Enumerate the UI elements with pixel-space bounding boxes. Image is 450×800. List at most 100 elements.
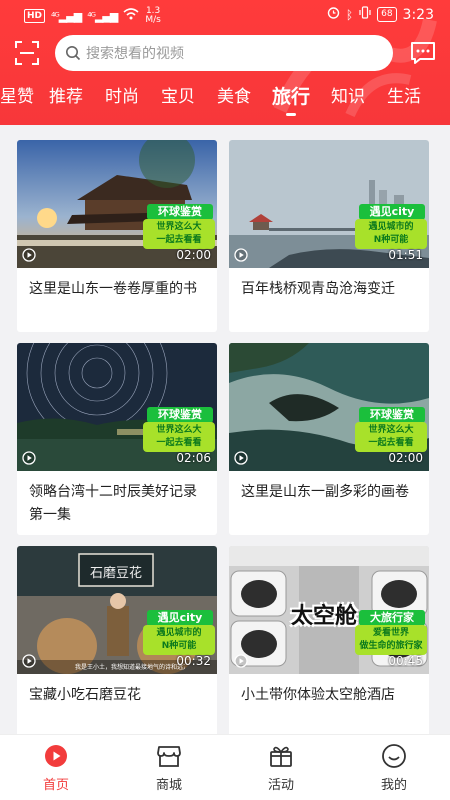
bluetooth-icon: ᛒ [345, 7, 354, 22]
nav-profile-label: 我的 [380, 778, 407, 793]
tab-label: 推荐 [49, 87, 83, 107]
network-speed: 1.3 M/s [145, 6, 161, 25]
smile-icon [382, 744, 406, 768]
badge-slogan: 世界这么大 一起去看看 [355, 422, 427, 452]
badge-slogan: 爱看世界 做生命的旅行家 [355, 625, 427, 655]
badge-title: 环球鉴赏 [147, 407, 213, 423]
signal-icon-2: ⁴ᴳ▂▄▆ [87, 9, 118, 23]
channel-badge: 环球鉴赏 世界这么大 一起去看看 [139, 204, 217, 250]
search-icon [66, 46, 81, 61]
video-card[interactable]: 太空舱 大旅行家 爱看世界 做生命的旅行家 00:45 小土带你体验太空舱酒店 [229, 546, 429, 738]
play-icon [22, 248, 36, 262]
tab-1[interactable]: 推荐 [38, 84, 94, 118]
tab-label: 美食 [217, 87, 251, 107]
search-placeholder: 搜索想看的视频 [86, 46, 184, 62]
bottom-navigation: 首页 商城 活动 我的 [0, 734, 450, 800]
status-bar: HD ⁴ᴳ▂▄▆ ⁴ᴳ▂▄▆ 1.3 M/s ᛒ 68 3:23 [0, 0, 450, 32]
tab-label: 时尚 [105, 87, 139, 107]
category-tabs: 星赞 推荐 时尚 宝贝 美食 旅行 知识 生活 [0, 84, 432, 118]
gift-icon [270, 746, 292, 767]
video-card[interactable]: 遇见city 遇见城市的 N种可能 01:51 百年栈桥观青岛沧海变迁 [229, 140, 429, 332]
search-bar[interactable]: 搜索想看的视频 [55, 35, 393, 71]
message-button[interactable] [409, 40, 437, 66]
top-header: HD ⁴ᴳ▂▄▆ ⁴ᴳ▂▄▆ 1.3 M/s ᛒ 68 3:23 搜索想看的视频… [0, 0, 450, 125]
play-icon [234, 248, 248, 262]
video-duration: 02:06 [176, 451, 211, 465]
badge-slogan: 遇见城市的 N种可能 [355, 219, 427, 249]
video-duration: 01:51 [388, 248, 423, 262]
badge-title: 大旅行家 [359, 610, 425, 626]
channel-badge: 遇见city 遇见城市的 N种可能 [351, 204, 429, 250]
badge-title: 环球鉴赏 [359, 407, 425, 423]
tab-2[interactable]: 时尚 [94, 84, 150, 118]
channel-badge: 环球鉴赏 世界这么大 一起去看看 [139, 407, 217, 453]
video-thumbnail: 遇见city 遇见城市的 N种可能 01:51 [229, 140, 429, 268]
play-icon [22, 451, 36, 465]
scan-button[interactable] [14, 40, 40, 66]
signal-icon: ⁴ᴳ▂▄▆ [51, 9, 82, 23]
tab-7[interactable]: 生活 [376, 84, 432, 118]
play-icon [22, 654, 36, 668]
video-title: 百年栈桥观青岛沧海变迁 [241, 281, 395, 297]
play-icon [234, 654, 248, 668]
video-caption: 我是王小土，我想知道最接地气的诗和远方 [75, 664, 185, 671]
video-title: 这里是山东一卷卷厚重的书 [29, 281, 197, 297]
video-duration: 02:00 [176, 248, 211, 262]
video-title: 领略台湾十二时辰美好记录第一集 [29, 484, 197, 523]
video-duration: 00:32 [176, 654, 211, 668]
tab-6[interactable]: 知识 [320, 84, 376, 118]
nav-shop-label: 商城 [155, 778, 182, 793]
video-title: 这里是山东一副多彩的画卷 [241, 484, 409, 500]
tab-label: 宝贝 [161, 87, 195, 107]
tab-5[interactable]: 旅行 [262, 84, 320, 118]
channel-badge: 环球鉴赏 世界这么大 一起去看看 [351, 407, 429, 453]
tab-label: 星赞 [0, 87, 34, 107]
tab-4[interactable]: 美食 [206, 84, 262, 118]
video-thumbnail: 环球鉴赏 世界这么大 一起去看看 02:00 [17, 140, 217, 268]
nav-activity[interactable]: 活动 [236, 735, 326, 800]
nav-shop[interactable]: 商城 [124, 735, 214, 800]
badge-title: 环球鉴赏 [147, 204, 213, 220]
video-card[interactable]: 石磨豆花我是王小土，我想知道最接地气的诗和远方 遇见city 遇见城市的 N种可能… [17, 546, 217, 738]
video-thumbnail: 太空舱 大旅行家 爱看世界 做生命的旅行家 00:45 [229, 546, 429, 674]
badge-title: 遇见city [359, 204, 425, 220]
home-play-icon [45, 745, 67, 767]
video-thumbnail: 环球鉴赏 世界这么大 一起去看看 02:06 [17, 343, 217, 471]
tab-label: 知识 [331, 87, 365, 107]
nav-profile[interactable]: 我的 [349, 735, 439, 800]
video-card[interactable]: 环球鉴赏 世界这么大 一起去看看 02:00 这里是山东一卷卷厚重的书 [17, 140, 217, 332]
nav-home[interactable]: 首页 [11, 735, 101, 800]
battery-icon: 68 [377, 7, 397, 22]
message-icon [411, 42, 435, 64]
channel-badge: 大旅行家 爱看世界 做生命的旅行家 [351, 610, 429, 656]
overlay-title: 太空舱 [291, 604, 358, 629]
channel-badge: 遇见city 遇见城市的 N种可能 [139, 610, 217, 656]
vibrate-icon [359, 6, 371, 23]
nav-home-label: 首页 [42, 778, 69, 793]
alarm-icon [327, 6, 340, 23]
video-thumbnail: 环球鉴赏 世界这么大 一起去看看 02:00 [229, 343, 429, 471]
hd-indicator: HD [24, 9, 46, 23]
video-duration: 02:00 [388, 451, 423, 465]
video-title: 宝藏小吃石磨豆花 [29, 687, 141, 703]
video-duration: 00:45 [388, 654, 423, 668]
wifi-icon [123, 8, 139, 24]
video-title: 小土带你体验太空舱酒店 [241, 687, 395, 703]
video-card[interactable]: 环球鉴赏 世界这么大 一起去看看 02:00 这里是山东一副多彩的画卷 [229, 343, 429, 535]
tab-label: 生活 [387, 87, 421, 107]
badge-title: 遇见city [147, 610, 213, 626]
nav-activity-label: 活动 [267, 778, 294, 793]
shop-sign-text: 石磨豆花 [89, 566, 142, 581]
tab-label: 旅行 [271, 86, 310, 108]
video-card[interactable]: 环球鉴赏 世界这么大 一起去看看 02:06 领略台湾十二时辰美好记录第一集 [17, 343, 217, 535]
clock-time: 3:23 [402, 6, 434, 23]
scan-icon [15, 41, 39, 65]
play-icon [234, 451, 248, 465]
tab-0[interactable]: 星赞 [0, 84, 38, 118]
shop-icon [157, 746, 181, 767]
badge-slogan: 世界这么大 一起去看看 [143, 422, 215, 452]
video-thumbnail: 石磨豆花我是王小土，我想知道最接地气的诗和远方 遇见city 遇见城市的 N种可能… [17, 546, 217, 674]
tab-3[interactable]: 宝贝 [150, 84, 206, 118]
badge-slogan: 遇见城市的 N种可能 [143, 625, 215, 655]
badge-slogan: 世界这么大 一起去看看 [143, 219, 215, 249]
